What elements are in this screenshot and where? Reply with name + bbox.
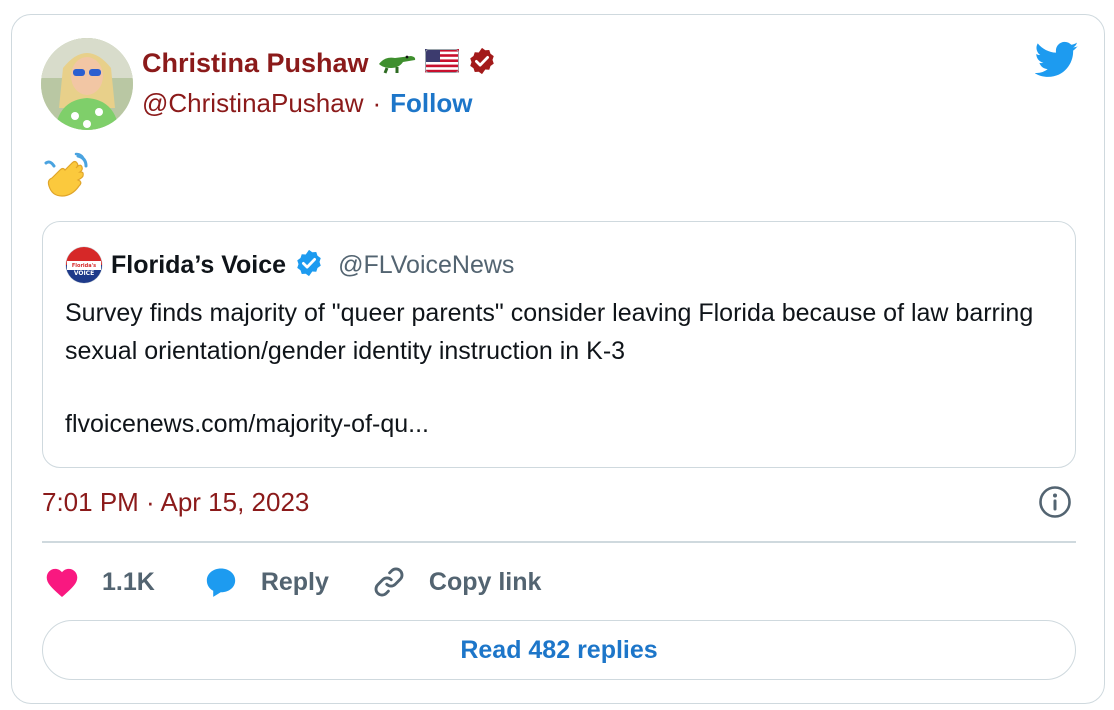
- logo-text-bottom: VOICE: [74, 270, 94, 277]
- read-replies-button[interactable]: Read 482 replies: [42, 620, 1076, 680]
- verified-badge-icon: [294, 248, 324, 283]
- like-count: 1.1K: [102, 567, 155, 596]
- read-replies-label: Read 482 replies: [460, 635, 658, 664]
- us-flag-icon: [424, 49, 459, 78]
- like-button[interactable]: 1.1K: [44, 566, 155, 598]
- action-bar: 1.1K Reply Copy link: [44, 562, 541, 602]
- quoted-author-name[interactable]: Florida’s Voice: [111, 251, 286, 280]
- reply-label: Reply: [260, 567, 329, 596]
- tweet-timestamp[interactable]: 7:01 PM · Apr 15, 2023: [42, 487, 309, 518]
- quoted-author-handle[interactable]: @FLVoiceNews: [338, 251, 514, 280]
- verified-badge-icon: [467, 46, 497, 81]
- twitter-bird-icon[interactable]: [1034, 41, 1079, 79]
- quoted-tweet-header: Florida's VOICE Florida’s Voice @FLVoice…: [65, 246, 514, 284]
- avatar[interactable]: [41, 38, 133, 130]
- heart-icon: [46, 568, 78, 597]
- separator-dot: ·: [372, 88, 382, 118]
- link-icon: [374, 567, 404, 597]
- author-name[interactable]: Christina Pushaw: [142, 48, 369, 79]
- copy-link-label: Copy link: [428, 567, 542, 596]
- floridas-voice-logo: Florida's VOICE: [65, 246, 103, 284]
- author-name-row: Christina Pushaw: [142, 46, 497, 81]
- follow-link[interactable]: Follow: [390, 88, 472, 119]
- logo-text-top: Florida's: [72, 263, 96, 269]
- quoted-tweet-link[interactable]: flvoicenews.com/majority-of-qu...: [65, 410, 429, 439]
- info-icon[interactable]: [1038, 485, 1072, 519]
- quoted-tweet[interactable]: Florida's VOICE Florida’s Voice @FLVoice…: [42, 221, 1076, 468]
- speech-bubble-icon: [206, 568, 235, 597]
- copy-link-button[interactable]: Copy link: [371, 564, 542, 600]
- quoted-tweet-text: Survey finds majority of "queer parents"…: [65, 299, 1034, 365]
- reply-button[interactable]: Reply: [203, 565, 329, 599]
- author-handle-row: @ChristinaPushaw · Follow: [142, 88, 472, 119]
- divider: [42, 541, 1076, 543]
- alligator-icon: [377, 48, 417, 79]
- author-handle[interactable]: @ChristinaPushaw: [142, 88, 363, 119]
- waving-hand-icon: [42, 152, 90, 200]
